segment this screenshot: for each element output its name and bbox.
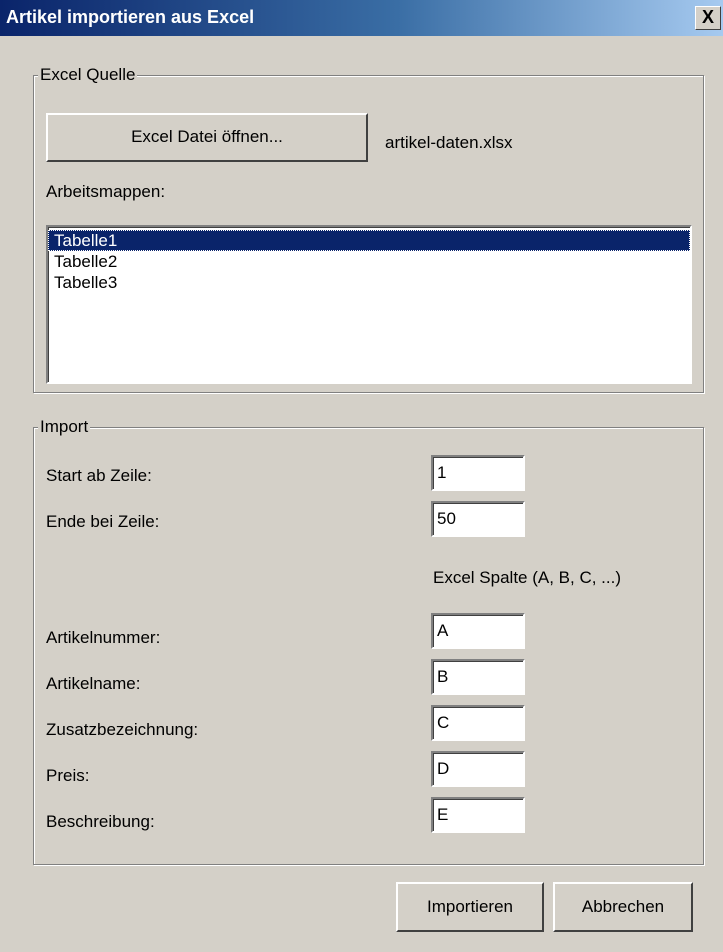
import-legend: Import: [38, 417, 91, 437]
close-icon[interactable]: X: [695, 6, 721, 30]
field-label-preis: Preis:: [46, 766, 90, 785]
open-excel-file-button[interactable]: Excel Datei öffnen...: [46, 113, 368, 162]
column-input-artikelname[interactable]: [431, 659, 525, 695]
title-bar: Artikel importieren aus Excel X: [0, 0, 723, 36]
window-title: Artikel importieren aus Excel: [6, 7, 255, 27]
end-row-input[interactable]: [431, 501, 525, 537]
field-label-artikelnummer: Artikelnummer:: [46, 628, 161, 647]
excel-source-legend: Excel Quelle: [38, 65, 138, 85]
column-input-artikelnummer[interactable]: [431, 613, 525, 649]
field-label-beschreibung: Beschreibung:: [46, 812, 155, 831]
column-input-zusatzbezeichnung[interactable]: [431, 705, 525, 741]
sheets-listbox[interactable]: Tabelle1 Tabelle2 Tabelle3: [46, 225, 692, 384]
start-row-label: Start ab Zeile:: [46, 466, 152, 485]
selected-file-name: artikel-daten.xlsx: [385, 133, 513, 152]
excel-column-header: Excel Spalte (A, B, C, ...): [433, 568, 622, 587]
field-label-artikelname: Artikelname:: [46, 674, 141, 693]
end-row-label: Ende bei Zeile:: [46, 512, 160, 531]
import-button[interactable]: Importieren: [396, 882, 544, 932]
column-input-preis[interactable]: [431, 751, 525, 787]
sheet-list-item[interactable]: Tabelle2: [48, 251, 690, 272]
sheet-list-item[interactable]: Tabelle1: [48, 230, 690, 251]
sheets-label: Arbeitsmappen:: [46, 182, 166, 201]
start-row-input[interactable]: [431, 455, 525, 491]
sheet-list-item[interactable]: Tabelle3: [48, 272, 690, 293]
column-input-beschreibung[interactable]: [431, 797, 525, 833]
cancel-button[interactable]: Abbrechen: [553, 882, 693, 932]
field-label-zusatzbezeichnung: Zusatzbezeichnung:: [46, 720, 199, 739]
